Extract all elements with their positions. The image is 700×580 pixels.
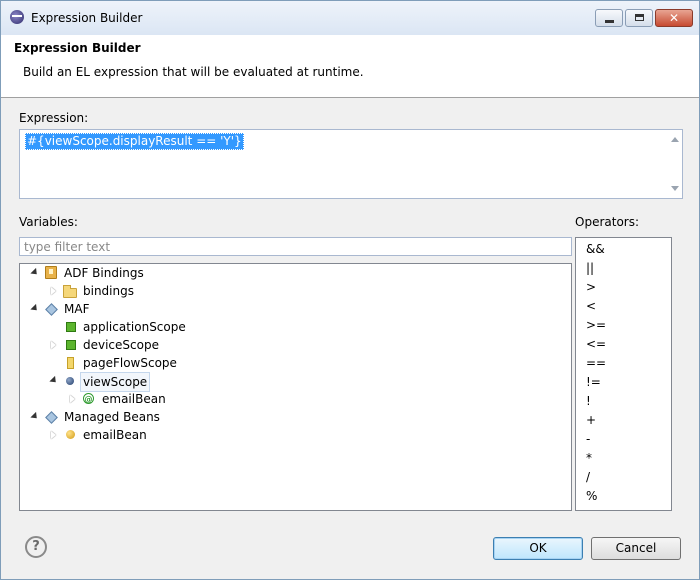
- tree-item-managed-beans[interactable]: Managed Beans: [20, 408, 571, 426]
- minimize-button[interactable]: [595, 9, 623, 27]
- operator-item[interactable]: >=: [586, 317, 606, 333]
- operator-item[interactable]: ==: [586, 355, 606, 371]
- expression-builder-dialog: Expression Builder ✕ Expression Builder …: [0, 0, 700, 580]
- cancel-button[interactable]: Cancel: [591, 537, 681, 560]
- operator-item[interactable]: -: [586, 431, 590, 447]
- title-bar: Expression Builder ✕: [1, 1, 699, 35]
- operator-item[interactable]: *: [586, 450, 592, 466]
- collapse-arrow-icon[interactable]: [51, 287, 56, 295]
- filter-input[interactable]: [19, 237, 572, 256]
- tree-item-device-scope[interactable]: deviceScope: [20, 336, 571, 354]
- expand-arrow-icon[interactable]: [49, 375, 59, 386]
- operator-item[interactable]: %: [586, 488, 597, 504]
- scope-icon: [66, 322, 76, 332]
- tree-item-label: bindings: [83, 284, 134, 298]
- tree-item-bindings[interactable]: bindings: [20, 282, 571, 300]
- tree-item-label: emailBean: [83, 428, 147, 442]
- tree-item-maf[interactable]: MAF: [20, 300, 571, 318]
- collapse-arrow-icon[interactable]: [51, 431, 56, 439]
- operator-item[interactable]: &&: [586, 241, 605, 257]
- tree-item-label: Managed Beans: [64, 410, 160, 424]
- expression-scrollbar[interactable]: [667, 130, 682, 198]
- tree-item-label: deviceScope: [83, 338, 159, 352]
- diamond-icon: [45, 303, 58, 316]
- dialog-header: Expression Builder Build an EL expressio…: [1, 35, 699, 98]
- expression-text[interactable]: #{viewScope.displayResult == 'Y'}: [25, 133, 244, 150]
- operators-list[interactable]: && || > < >= <= == != ! + - * / %: [575, 237, 672, 511]
- operator-item[interactable]: ||: [586, 260, 594, 276]
- bean-icon: [66, 430, 75, 439]
- collapse-arrow-icon[interactable]: [70, 395, 75, 403]
- scope-icon: [66, 377, 74, 385]
- operator-item[interactable]: !: [586, 393, 591, 409]
- scroll-down-icon[interactable]: [671, 186, 679, 191]
- operator-item[interactable]: <=: [586, 336, 606, 352]
- tree-item-label: ADF Bindings: [64, 266, 144, 280]
- tree-item-label: MAF: [64, 302, 90, 316]
- scroll-up-icon[interactable]: [671, 137, 679, 142]
- close-button[interactable]: ✕: [655, 9, 693, 27]
- operator-item[interactable]: +: [586, 412, 596, 428]
- operator-item[interactable]: >: [586, 279, 596, 295]
- window-title: Expression Builder: [31, 11, 143, 25]
- folder-icon: [63, 285, 77, 298]
- collapse-arrow-icon[interactable]: [51, 341, 56, 349]
- scope-icon: [66, 340, 76, 350]
- adf-bindings-icon: [45, 266, 57, 279]
- expand-arrow-icon[interactable]: [30, 267, 40, 278]
- tree-item-application-scope[interactable]: applicationScope: [20, 318, 571, 336]
- maximize-button[interactable]: [625, 9, 653, 27]
- expression-field[interactable]: #{viewScope.displayResult == 'Y'}: [19, 129, 683, 199]
- tree-item-label: emailBean: [102, 392, 166, 406]
- tree-item-label: applicationScope: [83, 320, 186, 334]
- variables-label: Variables:: [19, 215, 78, 229]
- tree-item-label: pageFlowScope: [83, 356, 177, 370]
- operator-item[interactable]: <: [586, 298, 596, 314]
- tree-item-email-bean-view[interactable]: @ emailBean: [20, 390, 571, 408]
- ok-button[interactable]: OK: [493, 537, 583, 560]
- expand-arrow-icon[interactable]: [30, 411, 40, 422]
- variables-tree[interactable]: ADF Bindings bindings MAF applicationSco…: [19, 263, 572, 511]
- close-icon: ✕: [668, 11, 680, 25]
- operator-item[interactable]: /: [586, 469, 590, 485]
- diamond-icon: [45, 411, 58, 424]
- tree-item-email-bean-managed[interactable]: emailBean: [20, 426, 571, 444]
- eclipse-icon: [10, 10, 24, 24]
- header-title: Expression Builder: [14, 41, 141, 55]
- scope-icon: [67, 357, 74, 369]
- tree-item-page-flow-scope[interactable]: pageFlowScope: [20, 354, 571, 372]
- operators-label: Operators:: [575, 215, 640, 229]
- maximize-icon: [635, 14, 644, 21]
- tree-item-view-scope[interactable]: viewScope: [20, 372, 571, 392]
- at-icon: @: [83, 393, 94, 404]
- header-description: Build an EL expression that will be eval…: [23, 65, 364, 79]
- minimize-icon: [605, 20, 614, 23]
- tree-item-label: viewScope: [80, 372, 151, 392]
- expand-arrow-icon[interactable]: [30, 303, 40, 314]
- expression-label: Expression:: [19, 111, 89, 125]
- tree-item-adf-bindings[interactable]: ADF Bindings: [20, 264, 571, 282]
- help-icon[interactable]: ?: [25, 536, 47, 558]
- operator-item[interactable]: !=: [586, 374, 601, 390]
